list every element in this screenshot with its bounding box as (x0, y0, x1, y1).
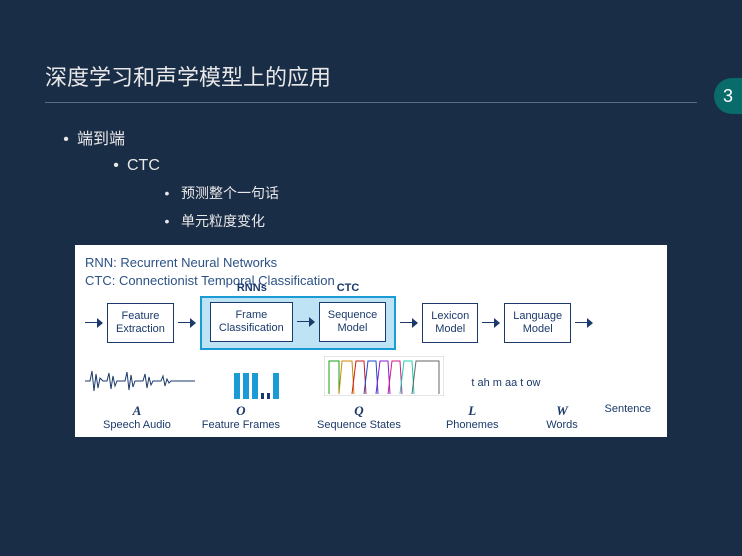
label-name-O: Feature Frames (189, 419, 293, 431)
title-divider (45, 102, 697, 103)
box-sequence-model: Sequence Model (319, 302, 387, 342)
phoneme-example: t ah m aa t ow (459, 377, 553, 399)
page-number-badge: 3 (714, 78, 742, 114)
bullet-lvl3b: 单元粒度变化 (153, 213, 265, 229)
pipeline: Feature Extraction RNNs CTC Frame Classi… (85, 296, 657, 350)
label-sym-Q: Q (293, 403, 425, 419)
label-name-W: Words (520, 419, 605, 431)
label-name-S: Sentence (605, 403, 651, 415)
arrow-icon (575, 316, 593, 330)
arrow-icon (400, 316, 418, 330)
label-name-Q: Sequence States (293, 419, 425, 431)
label-sym-W: W (520, 403, 605, 419)
waveform-icon (85, 366, 195, 396)
box-feature-extraction: Feature Extraction (107, 303, 174, 343)
box-lexicon-model: Lexicon Model (422, 303, 478, 343)
label-sym-A: A (85, 403, 189, 419)
box-frame-classification: Frame Classification (210, 302, 293, 342)
sequence-plot-icon (324, 356, 444, 396)
arrow-icon (178, 316, 196, 330)
group-label-rnns: RNNs (237, 282, 267, 294)
group-label-ctc: CTC (337, 282, 360, 294)
box-language-model: Language Model (504, 303, 571, 343)
legend-rnn: RNN: Recurrent Neural Networks (85, 255, 657, 270)
bullet-lvl3a: 预测整个一句话 (153, 185, 279, 201)
label-sym-O: O (189, 403, 293, 419)
outline: 端到端 CTC 预测整个一句话 单元粒度变化 (45, 125, 697, 231)
arrow-icon (482, 316, 500, 330)
slide: 深度学习和声学模型上的应用 3 端到端 CTC 预测整个一句话 单元粒度变化 R… (0, 0, 742, 457)
stage-labels-row: ASpeech Audio OFeature Frames QSequence … (85, 403, 657, 431)
label-name-L: Phonemes (425, 419, 519, 431)
architecture-diagram: RNN: Recurrent Neural Networks CTC: Conn… (75, 245, 667, 437)
arrow-icon (297, 315, 315, 329)
feature-bars-icon (205, 369, 308, 399)
slide-title: 深度学习和声学模型上的应用 (45, 60, 697, 92)
bullet-lvl2: CTC (105, 157, 160, 174)
label-sym-L: L (425, 403, 519, 419)
visualization-row: t ah m aa t ow (85, 356, 657, 399)
label-name-A: Speech Audio (85, 419, 189, 431)
arrow-icon (85, 316, 103, 330)
bullet-lvl1: 端到端 (55, 131, 125, 148)
rnn-ctc-group: RNNs CTC Frame Classification Sequence M… (200, 296, 396, 350)
